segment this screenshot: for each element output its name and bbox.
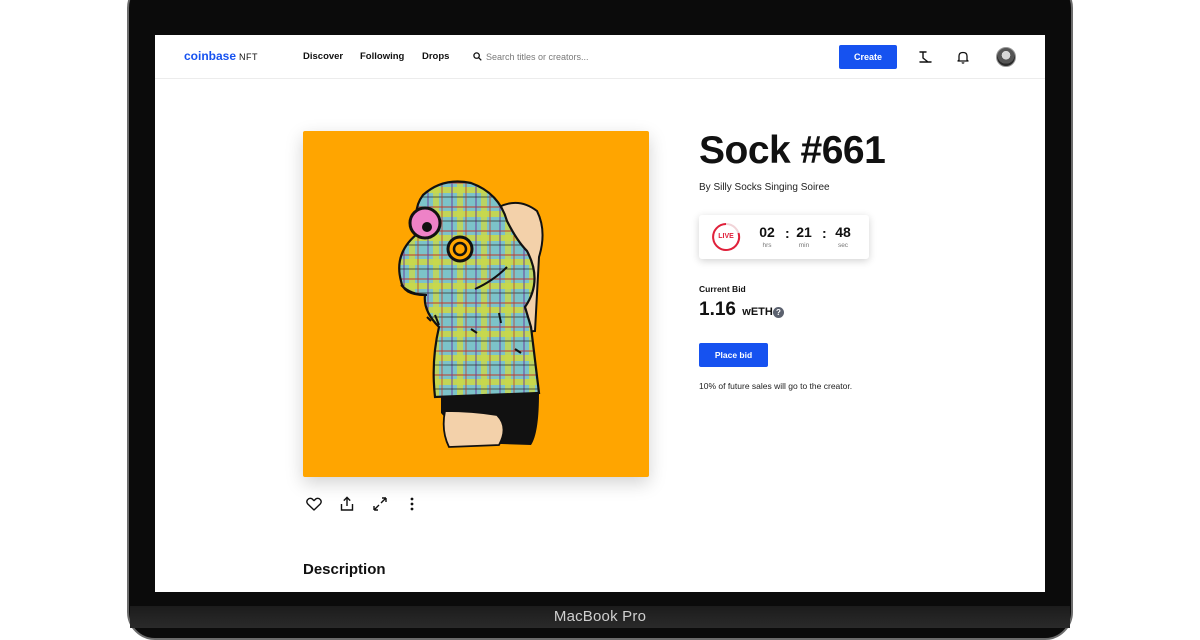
timer-separator: : — [822, 225, 827, 241]
timer-minutes: 21 min — [796, 224, 812, 249]
expand-icon[interactable] — [371, 495, 389, 513]
device-label: MacBook Pro — [553, 608, 647, 625]
coinbase-nft-logo[interactable]: coinbase NFT — [184, 49, 258, 63]
search-icon — [473, 52, 482, 61]
timer-seconds: 48 sec — [835, 224, 851, 249]
share-icon[interactable] — [338, 495, 356, 513]
create-button[interactable]: Create — [839, 45, 897, 69]
avatar[interactable] — [996, 47, 1016, 67]
live-badge: LIVE — [718, 233, 734, 240]
top-navbar: coinbaseNFT Discover Following Drops Cre… — [155, 35, 1045, 79]
timer-hours: 02 hrs — [759, 224, 775, 249]
brand-suffix: NFT — [239, 52, 259, 62]
nav-following[interactable]: Following — [360, 51, 404, 62]
brand-name: coinbase — [184, 49, 237, 63]
artwork-actions — [305, 495, 425, 515]
place-bid-button[interactable]: Place bid — [699, 343, 768, 367]
nav-drops[interactable]: Drops — [422, 51, 449, 62]
nft-title: Sock #661 — [699, 129, 886, 172]
timer-separator: : — [785, 225, 790, 241]
heart-icon[interactable] — [305, 495, 323, 513]
gavel-icon[interactable] — [917, 49, 933, 65]
nft-artwork[interactable] — [303, 131, 649, 477]
current-bid-label: Current Bid — [699, 284, 746, 294]
bell-icon[interactable] — [955, 49, 971, 65]
browser-screen: coinbaseNFT Discover Following Drops Cre… — [155, 35, 1045, 592]
help-icon[interactable]: ? — [773, 307, 784, 318]
search-bar — [473, 49, 653, 65]
current-bid-amount: 1.16 wETH — [699, 299, 773, 320]
description-heading: Description — [303, 561, 386, 578]
search-input[interactable] — [486, 49, 651, 65]
sock-illustration — [398, 180, 544, 448]
bid-currency: wETH — [742, 306, 773, 318]
nav-discover[interactable]: Discover — [303, 51, 343, 62]
creator-byline[interactable]: By Silly Socks Singing Soiree — [699, 182, 830, 193]
royalty-note: 10% of future sales will go to the creat… — [699, 381, 853, 391]
more-icon[interactable] — [403, 495, 421, 513]
auction-timer: LIVE 02 hrs : 21 min : 48 sec — [699, 215, 869, 259]
